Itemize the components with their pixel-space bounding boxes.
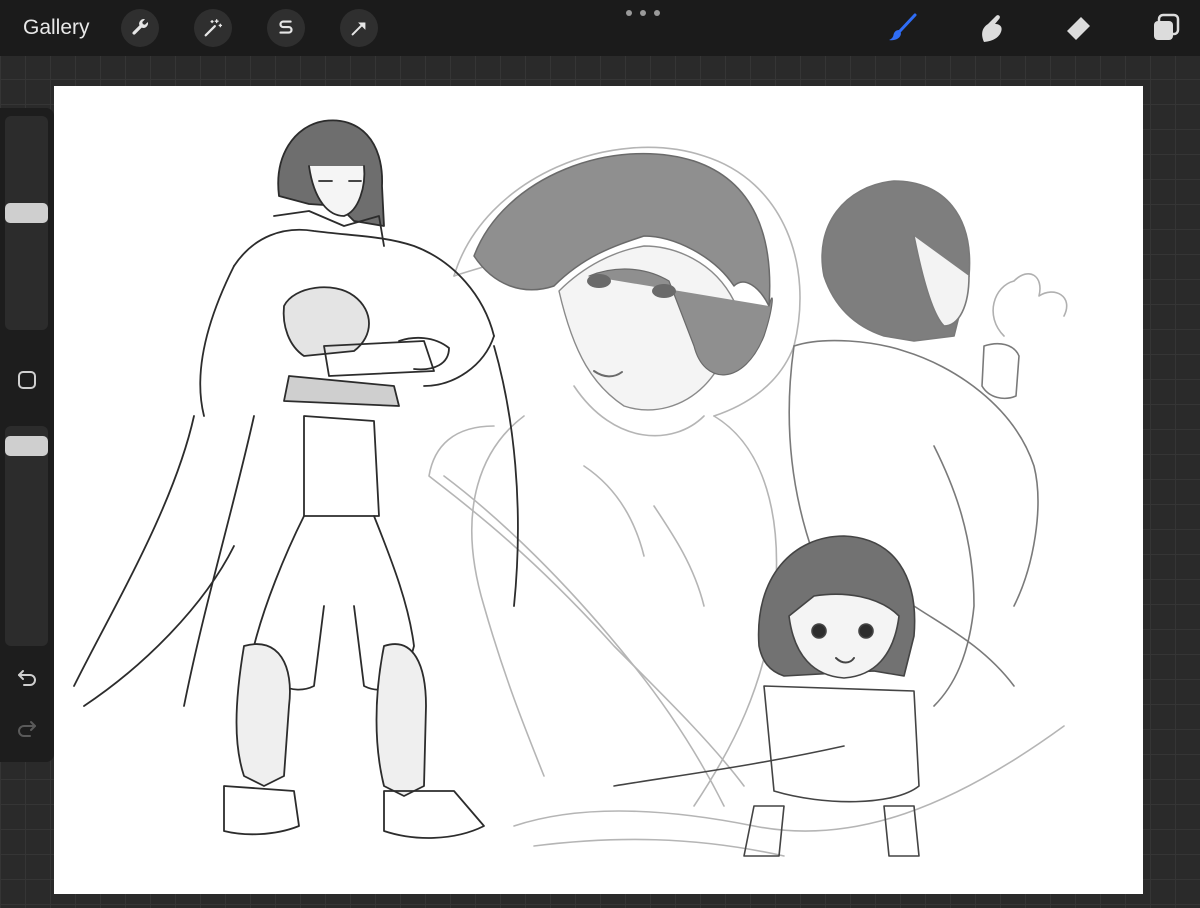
redo-icon <box>18 721 36 737</box>
redo-button[interactable] <box>12 714 42 744</box>
smudge-finger-icon <box>982 15 1002 42</box>
opacity-slider-thumb[interactable] <box>5 436 48 456</box>
brush-size-slider-thumb[interactable] <box>5 203 48 224</box>
sketch-artwork <box>73 119 1068 857</box>
adjustments-button[interactable] <box>194 9 232 47</box>
magic-wand-icon <box>204 19 223 37</box>
modify-button[interactable] <box>15 368 39 392</box>
brush-tool-button[interactable] <box>883 8 923 48</box>
opacity-slider[interactable] <box>5 426 48 646</box>
more-dots-icon[interactable] <box>626 6 660 20</box>
arrow-cursor-icon <box>351 22 366 36</box>
armored-character <box>73 119 519 839</box>
layers-icon <box>1154 13 1180 40</box>
wrench-icon <box>132 19 148 35</box>
chibi-character <box>613 535 920 857</box>
smudge-tool-button[interactable] <box>971 8 1011 48</box>
sidebar <box>0 108 54 762</box>
gallery-button[interactable]: Gallery <box>23 14 90 42</box>
eraser-tool-button[interactable] <box>1060 8 1100 48</box>
undo-icon <box>18 670 36 686</box>
central-face <box>473 152 773 411</box>
brush-icon <box>889 13 917 41</box>
undo-button[interactable] <box>12 663 42 693</box>
square-icon <box>18 371 36 389</box>
drawing-canvas[interactable] <box>54 86 1143 894</box>
layers-button[interactable] <box>1146 8 1186 48</box>
selection-s-icon <box>279 20 293 34</box>
selection-button[interactable] <box>267 9 305 47</box>
actions-button[interactable] <box>121 9 159 47</box>
transform-button[interactable] <box>340 9 378 47</box>
top-toolbar: Gallery <box>0 0 1200 56</box>
eraser-icon <box>1067 17 1090 40</box>
